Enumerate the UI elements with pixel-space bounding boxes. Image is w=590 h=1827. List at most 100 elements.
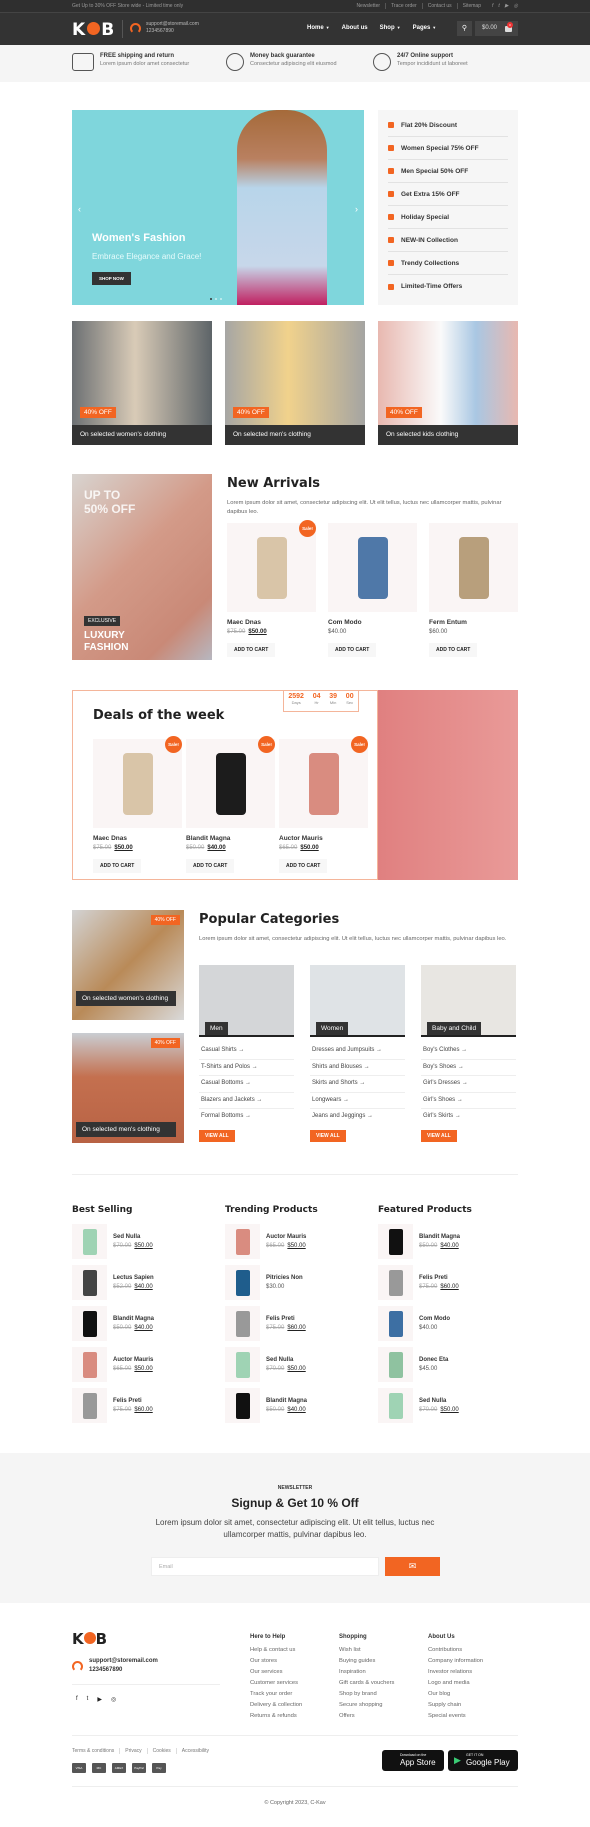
category-link[interactable]: Girl's Dresses → (421, 1076, 516, 1093)
product-thumb[interactable] (72, 1306, 107, 1341)
product-image[interactable]: Sale! (93, 736, 182, 828)
product-name[interactable]: Com Modo (419, 1316, 450, 1322)
category-link[interactable]: Shirts and Blouses → (310, 1060, 405, 1076)
legal-link-accessibility[interactable]: Accessibility (175, 1748, 214, 1754)
view-all-button[interactable]: VIEW ALL (421, 1129, 457, 1142)
footer-link[interactable]: Special events (428, 1713, 483, 1724)
product-card[interactable]: Ferm Entum $60.00 ADD TO CART (429, 523, 518, 657)
footer-link[interactable]: Inspiration (339, 1669, 394, 1680)
product-name[interactable]: Sed Nulla (419, 1398, 459, 1404)
top-link-contact[interactable]: Contact us (421, 3, 457, 9)
offer-item[interactable]: Trendy Collections (388, 252, 508, 275)
product-name[interactable]: Maec Dnas (227, 619, 316, 626)
facebook-icon[interactable]: f (76, 1696, 78, 1703)
list-item[interactable]: Blandit Magna $50.00 $40.00 (72, 1303, 222, 1344)
promo-women[interactable]: 40% OFF On selected women's clothing (72, 321, 212, 445)
product-thumb[interactable] (378, 1265, 413, 1300)
youtube-icon[interactable]: ▶ (505, 3, 509, 9)
side-promo-men[interactable]: 40% OFF On selected men's clothing (72, 1033, 184, 1143)
product-name[interactable]: Donec Eta (419, 1357, 448, 1363)
product-thumb[interactable] (72, 1388, 107, 1423)
top-link-trace-order[interactable]: Trace order (385, 3, 422, 9)
product-thumb[interactable] (72, 1224, 107, 1259)
luxury-banner[interactable]: UP TO 50% OFF EXCLUSIVE LUXURY FASHION (72, 474, 212, 660)
list-item[interactable]: Sed Nulla $70.00 $50.00 (72, 1221, 222, 1262)
footer-link[interactable]: Supply chain (428, 1702, 483, 1713)
category-link[interactable]: Skirts and Shorts → (310, 1076, 405, 1093)
product-thumb[interactable] (225, 1224, 260, 1259)
product-card[interactable]: Sale! Blandit Magna $50.00 $40.00 ADD TO … (186, 736, 275, 873)
product-name[interactable]: Auctor Mauris (113, 1357, 153, 1363)
list-item[interactable]: Lectus Sapien $52.00 $40.00 (72, 1262, 222, 1303)
footer-link[interactable]: Logo and media (428, 1680, 483, 1691)
category-link[interactable]: Casual Bottoms → (199, 1076, 294, 1093)
footer-link[interactable]: Our stores (250, 1658, 302, 1669)
header-email[interactable]: support@storemail.com (146, 21, 199, 28)
product-name[interactable]: Felis Preti (266, 1316, 306, 1322)
instagram-icon[interactable]: ◎ (514, 3, 518, 9)
header-phone[interactable]: 1234567890 (146, 28, 199, 35)
footer-link[interactable]: Investor relations (428, 1669, 483, 1680)
product-thumb[interactable] (225, 1388, 260, 1423)
add-to-cart-button[interactable]: ADD TO CART (227, 643, 276, 657)
footer-link[interactable]: Gift cards & vouchers (339, 1680, 394, 1691)
cart-button[interactable]: $0.00 0 (475, 21, 518, 36)
product-name[interactable]: Ferm Entum (429, 619, 518, 626)
google-play-button[interactable]: ▶ GET IT ON Google Play (448, 1750, 518, 1771)
list-item[interactable]: Auctor Mauris $65.00 $50.00 (225, 1221, 375, 1262)
list-item[interactable]: Sed Nulla $70.00 $50.00 (225, 1344, 375, 1385)
promo-men[interactable]: 40% OFF On selected men's clothing (225, 321, 365, 445)
product-thumb[interactable] (72, 1347, 107, 1382)
product-image[interactable] (328, 523, 417, 612)
footer-link[interactable]: Company information (428, 1658, 483, 1669)
product-thumb[interactable] (378, 1306, 413, 1341)
category-link[interactable]: Girl's Shoes → (421, 1093, 516, 1109)
list-item[interactable]: Donec Eta $45.00 (378, 1344, 528, 1385)
footer-link[interactable]: Track your order (250, 1691, 302, 1702)
view-all-button[interactable]: VIEW ALL (310, 1129, 346, 1142)
category-link[interactable]: Girl's Skirts → (421, 1109, 516, 1126)
nav-shop[interactable]: Shop ▼ (380, 25, 401, 31)
product-thumb[interactable] (225, 1347, 260, 1382)
category-image[interactable]: Men (199, 965, 294, 1037)
offer-item[interactable]: Flat 20% Discount (388, 114, 508, 137)
promo-kids[interactable]: 40% OFF On selected kids clothing (378, 321, 518, 445)
offer-item[interactable]: NEW-IN Collection (388, 229, 508, 252)
footer-email[interactable]: support@storemail.com (89, 1657, 158, 1666)
legal-link-privacy[interactable]: Privacy (119, 1748, 146, 1754)
category-link[interactable]: Formal Bottoms → (199, 1109, 294, 1126)
add-to-cart-button[interactable]: ADD TO CART (186, 859, 235, 873)
footer-link[interactable]: Our blog (428, 1691, 483, 1702)
footer-link[interactable]: Returns & refunds (250, 1713, 302, 1724)
side-promo-women[interactable]: 40% OFF On selected women's clothing (72, 910, 184, 1020)
add-to-cart-button[interactable]: ADD TO CART (429, 643, 478, 657)
product-thumb[interactable] (378, 1388, 413, 1423)
legal-link-cookies[interactable]: Cookies (146, 1748, 176, 1754)
top-link-newsletter[interactable]: Newsletter (351, 3, 385, 9)
category-image[interactable]: Baby and Child (421, 965, 516, 1037)
offer-item[interactable]: Get Extra 15% OFF (388, 183, 508, 206)
offer-item[interactable]: Holiday Special (388, 206, 508, 229)
product-name[interactable]: Maec Dnas (93, 835, 182, 842)
product-name[interactable]: Auctor Mauris (279, 835, 368, 842)
footer-link[interactable]: Wish list (339, 1647, 394, 1658)
product-thumb[interactable] (225, 1306, 260, 1341)
youtube-icon[interactable]: ▶ (97, 1696, 102, 1703)
product-thumb[interactable] (225, 1265, 260, 1300)
product-name[interactable]: Pitricies Non (266, 1275, 303, 1281)
product-name[interactable]: Auctor Mauris (266, 1234, 306, 1240)
product-card[interactable]: Sale! Maec Dnas $75.00 $50.00 ADD TO CART (93, 736, 182, 873)
slider-dot[interactable] (220, 298, 222, 300)
add-to-cart-button[interactable]: ADD TO CART (328, 643, 377, 657)
product-name[interactable]: Blandit Magna (266, 1398, 307, 1404)
footer-link[interactable]: Shop by brand (339, 1691, 394, 1702)
product-name[interactable]: Sed Nulla (266, 1357, 306, 1363)
email-input[interactable]: Email (151, 1557, 379, 1576)
nav-home[interactable]: Home ▼ (307, 25, 330, 31)
instagram-icon[interactable]: ◎ (111, 1696, 116, 1703)
add-to-cart-button[interactable]: ADD TO CART (93, 859, 142, 873)
footer-link[interactable]: Delivery & collection (250, 1702, 302, 1713)
product-thumb[interactable] (378, 1224, 413, 1259)
product-name[interactable]: Lectus Sapien (113, 1275, 154, 1281)
product-name[interactable]: Blandit Magna (113, 1316, 154, 1322)
